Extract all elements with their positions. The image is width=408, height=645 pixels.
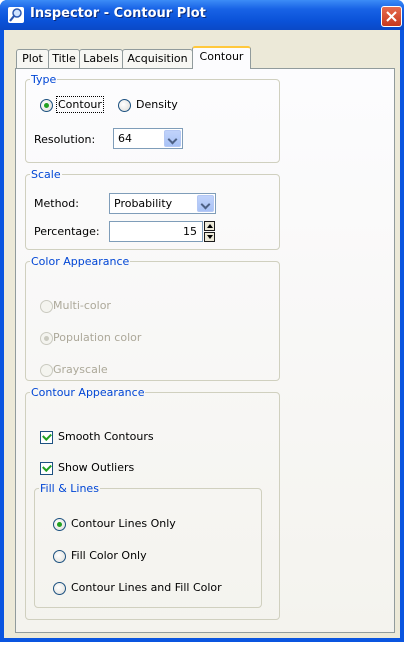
multi-color-radio [40, 300, 53, 313]
contour-radio[interactable] [40, 99, 53, 112]
contour-appearance-legend: Contour Appearance [31, 386, 145, 399]
density-radio[interactable] [118, 99, 131, 112]
percentage-spinner [204, 221, 215, 242]
close-button[interactable] [381, 6, 402, 27]
method-select[interactable]: Probability [109, 193, 216, 214]
method-label: Method: [34, 197, 79, 210]
magnifier-icon [8, 7, 24, 23]
type-group-legend: Type [31, 73, 57, 86]
scale-group-legend: Scale [31, 168, 61, 181]
tab-acquisition[interactable]: Acquisition [122, 49, 193, 68]
color-appearance-legend: Color Appearance [31, 255, 130, 268]
tab-plot[interactable]: Plot [16, 49, 49, 68]
spin-down-icon[interactable] [204, 232, 215, 242]
checkmark-icon [42, 462, 52, 472]
checkmark-icon [42, 431, 52, 441]
smooth-contours-label[interactable]: Smooth Contours [58, 430, 154, 443]
inspector-window: Inspector - Contour Plot Plot Title Labe… [0, 0, 404, 642]
resolution-value: 64 [118, 132, 132, 145]
resolution-select[interactable]: 64 [113, 128, 183, 149]
tab-labels[interactable]: Labels [79, 49, 123, 68]
contour-lines-only-label[interactable]: Contour Lines Only [71, 517, 176, 530]
tab-title[interactable]: Title [48, 49, 80, 68]
type-group: Type [25, 73, 280, 163]
grayscale-label: Grayscale [53, 363, 108, 376]
window-client-area: Plot Title Labels Acquisition Contour Ty… [4, 30, 400, 638]
title-bar[interactable]: Inspector - Contour Plot [0, 0, 404, 30]
lines-and-fill-label[interactable]: Contour Lines and Fill Color [71, 581, 222, 594]
population-color-label: Population color [53, 331, 142, 344]
show-outliers-label[interactable]: Show Outliers [58, 461, 134, 474]
fill-color-only-radio[interactable] [53, 550, 66, 563]
tab-contour[interactable]: Contour [192, 46, 251, 69]
percentage-value: 15 [183, 225, 197, 238]
chevron-down-icon[interactable] [164, 130, 181, 147]
contour-radio-label[interactable]: Contour [56, 96, 104, 113]
multi-color-label: Multi-color [53, 299, 111, 312]
smooth-contours-checkbox[interactable] [40, 431, 53, 444]
density-radio-label[interactable]: Density [136, 98, 178, 111]
method-value: Probability [114, 197, 173, 210]
lines-and-fill-radio[interactable] [53, 582, 66, 595]
contour-lines-only-radio[interactable] [53, 518, 66, 531]
fill-lines-legend: Fill & Lines [40, 482, 99, 495]
window-title: Inspector - Contour Plot [30, 6, 206, 21]
fill-color-only-label[interactable]: Fill Color Only [71, 549, 147, 562]
percentage-input[interactable]: 15 [109, 221, 203, 242]
percentage-label: Percentage: [34, 225, 100, 238]
grayscale-radio [40, 364, 53, 377]
chevron-down-icon[interactable] [197, 195, 214, 212]
close-icon [386, 11, 397, 22]
spin-up-icon[interactable] [204, 221, 215, 231]
population-color-radio [40, 332, 53, 345]
resolution-label: Resolution: [34, 133, 96, 146]
contour-tab-panel: Type Contour Density Resolution: 64 Scal… [15, 68, 395, 633]
show-outliers-checkbox[interactable] [40, 462, 53, 475]
